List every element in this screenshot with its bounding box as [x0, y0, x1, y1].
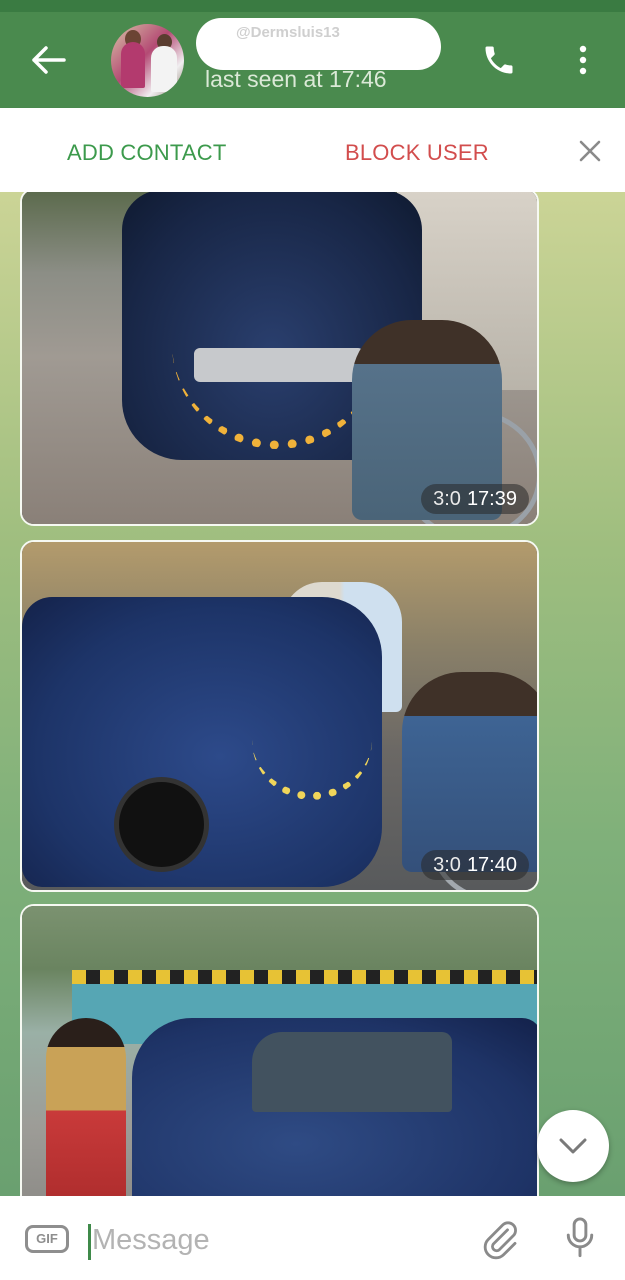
- message-timestamp: 3:0 17:39: [421, 484, 529, 514]
- phone-icon[interactable]: [481, 42, 517, 78]
- chat-header: @Dermsluis13 last seen at 17:46: [0, 12, 625, 108]
- status-bar: [0, 0, 625, 12]
- unknown-contact-bar: ADD CONTACT BLOCK USER: [0, 108, 625, 192]
- video-message[interactable]: 3:0 17:39: [20, 192, 539, 526]
- contact-name-text: @Dermsluis13: [236, 24, 340, 41]
- add-contact-button[interactable]: ADD CONTACT: [67, 140, 226, 166]
- message-composer: GIF: [0, 1196, 625, 1280]
- close-icon[interactable]: [574, 135, 606, 167]
- scroll-to-bottom-button[interactable]: [537, 1110, 609, 1182]
- message-input[interactable]: [92, 1220, 452, 1260]
- more-vert-icon[interactable]: [570, 42, 596, 78]
- block-user-button[interactable]: BLOCK USER: [345, 140, 489, 166]
- back-arrow-icon[interactable]: [28, 42, 68, 78]
- video-duration: 3:0: [433, 854, 461, 876]
- video-duration: 3:0: [433, 488, 461, 510]
- photo-message[interactable]: [20, 904, 539, 1196]
- message-time: 17:40: [466, 854, 517, 876]
- text-cursor: [88, 1224, 91, 1260]
- paperclip-icon[interactable]: [480, 1218, 520, 1260]
- avatar[interactable]: [111, 24, 184, 97]
- message-timestamp: 3:0 17:40: [421, 850, 529, 880]
- gif-icon[interactable]: GIF: [25, 1225, 69, 1253]
- last-seen-status: last seen at 17:46: [205, 66, 387, 92]
- video-message[interactable]: 3:0 17:40: [20, 540, 539, 892]
- microphone-icon[interactable]: [562, 1216, 598, 1260]
- chevron-down-icon: [559, 1138, 587, 1154]
- contact-name[interactable]: @Dermsluis13: [196, 18, 441, 70]
- message-time: 17:39: [466, 488, 517, 510]
- chat-area[interactable]: 3:0 17:39 3:0 17:40: [0, 192, 625, 1196]
